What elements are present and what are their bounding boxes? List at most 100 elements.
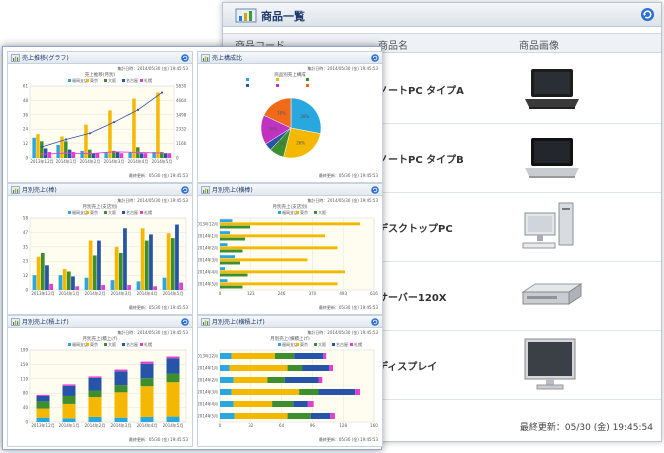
sales-dashboard-window: 売上推移(グラフ) 集計日時：2014/05/30 (金) 19:45:53 売上推…	[2, 46, 383, 450]
bar	[166, 233, 171, 290]
bar-segment	[36, 401, 50, 409]
panel-header: 売上構成比	[198, 52, 382, 64]
category-label: 2013年12月	[30, 158, 53, 164]
bar	[220, 249, 243, 253]
category-label: 2014年3月	[198, 389, 218, 395]
bar-segment	[166, 373, 180, 383]
panel-updated-text: 最終更新：05/30 (金) 19:45:53	[128, 305, 188, 310]
chart-plot: 福岡支店 東京 大阪 名古屋 札幌012243648612013年12月 2014年1月 2…	[23, 77, 187, 164]
slice-label: 28%	[300, 114, 309, 119]
category-label: 2013年12月	[198, 221, 218, 227]
bar	[115, 152, 120, 158]
bar-segment	[299, 389, 319, 395]
panel-updated-text: 最終更新：05/30 (金) 19:45:53	[318, 437, 378, 442]
last-updated-text: 最終更新：05/30 (金) 19:45:54	[519, 423, 653, 433]
category-label: 2014年3月	[198, 257, 218, 263]
bar-segment	[275, 353, 295, 359]
chart-icon	[201, 186, 210, 194]
bar-segment	[62, 395, 76, 404]
laptop-icon	[525, 69, 579, 109]
refresh-icon[interactable]	[371, 54, 379, 62]
product-name: ノートPC タイプB	[378, 155, 464, 166]
bar	[56, 144, 60, 158]
bar	[144, 240, 149, 290]
bar	[36, 134, 40, 158]
legend-swatch	[104, 343, 107, 346]
legend-label: 名古屋	[336, 341, 348, 347]
bar-segment	[220, 401, 234, 407]
legend-swatch	[68, 211, 71, 214]
panel-title: 月別売上(棒)	[22, 187, 57, 194]
bar	[220, 255, 235, 259]
legend-swatch	[104, 79, 107, 82]
tick-label: 0	[219, 423, 222, 428]
bar	[220, 243, 228, 247]
tick-label: 0	[25, 288, 28, 293]
bar	[163, 153, 168, 158]
refresh-icon[interactable]	[181, 54, 189, 62]
category-label: 2014年5月	[198, 281, 218, 287]
legend-label: 福岡支店	[282, 209, 298, 215]
bar	[91, 153, 96, 158]
legend-label: 大阪	[318, 209, 326, 215]
bar-segment	[310, 413, 331, 419]
bar	[220, 279, 228, 283]
product-name: ディスプレイ	[378, 362, 438, 373]
bar-segment	[220, 365, 230, 371]
bar-segment	[166, 356, 180, 359]
bar	[43, 148, 48, 158]
tick-label: 0	[219, 291, 222, 296]
bar	[156, 92, 160, 158]
refresh-icon[interactable]	[371, 318, 379, 326]
refresh-icon[interactable]	[181, 318, 189, 326]
legend-swatch	[140, 79, 143, 82]
chart-plot: 福岡支店 東京 大阪 名古屋 札幌 0 12 23 35 47 58 2013年12月 2014年1月 2…	[23, 209, 187, 296]
tick-label: 40	[23, 405, 29, 410]
bar-segment	[62, 384, 76, 386]
plot-area	[29, 85, 175, 159]
secondary-tick-label: 4664	[176, 98, 187, 103]
tick-label: 48	[23, 98, 29, 103]
bar	[40, 141, 44, 158]
bar	[32, 275, 37, 290]
bar	[220, 225, 250, 229]
laptop-icon	[525, 138, 579, 178]
bar	[132, 98, 136, 158]
legend-swatch	[350, 343, 353, 346]
legend-label: 東京	[90, 341, 98, 347]
legend-swatch	[306, 78, 309, 81]
bar-segment	[329, 365, 333, 371]
slice-label: 16%	[269, 127, 278, 132]
bar-segment	[229, 365, 288, 371]
legend-label: 札幌	[144, 341, 152, 347]
legend-label: 福岡支店	[72, 77, 88, 83]
tick-label: 128	[339, 423, 347, 428]
line-point	[88, 132, 92, 135]
category-label: 2014年1月	[56, 158, 77, 164]
bar	[49, 283, 53, 290]
bar-segment	[287, 365, 303, 371]
legend-swatch	[122, 79, 125, 82]
refresh-icon[interactable]	[181, 186, 189, 194]
tick-label: 64	[279, 423, 285, 428]
bar-segment	[287, 413, 311, 419]
tick-label: 123	[247, 291, 255, 296]
refresh-icon[interactable]	[640, 7, 655, 22]
bar-segment	[302, 365, 330, 371]
panel-updated-text: 最終更新：05/30 (金) 19:45:53	[128, 173, 188, 178]
legend-label: 大阪	[108, 209, 116, 215]
bar	[47, 152, 52, 158]
panel-updated-text: 最終更新：05/30 (金) 19:45:53	[318, 305, 378, 310]
bar-segment	[36, 417, 50, 422]
tick-label: 58	[23, 216, 29, 221]
legend-label: 札幌	[354, 341, 362, 347]
bar-segment	[36, 395, 50, 402]
panel-title: 月別売上(積上げ)	[22, 319, 69, 326]
refresh-icon[interactable]	[371, 186, 379, 194]
panel-header: 月別売上(積上げ)	[8, 316, 192, 328]
bar	[101, 285, 105, 290]
slice-label: 8%	[279, 141, 286, 146]
tick-label: 35	[23, 244, 29, 249]
legend-swatch	[86, 343, 89, 346]
panel-title: 売上推移(グラフ)	[22, 55, 69, 62]
